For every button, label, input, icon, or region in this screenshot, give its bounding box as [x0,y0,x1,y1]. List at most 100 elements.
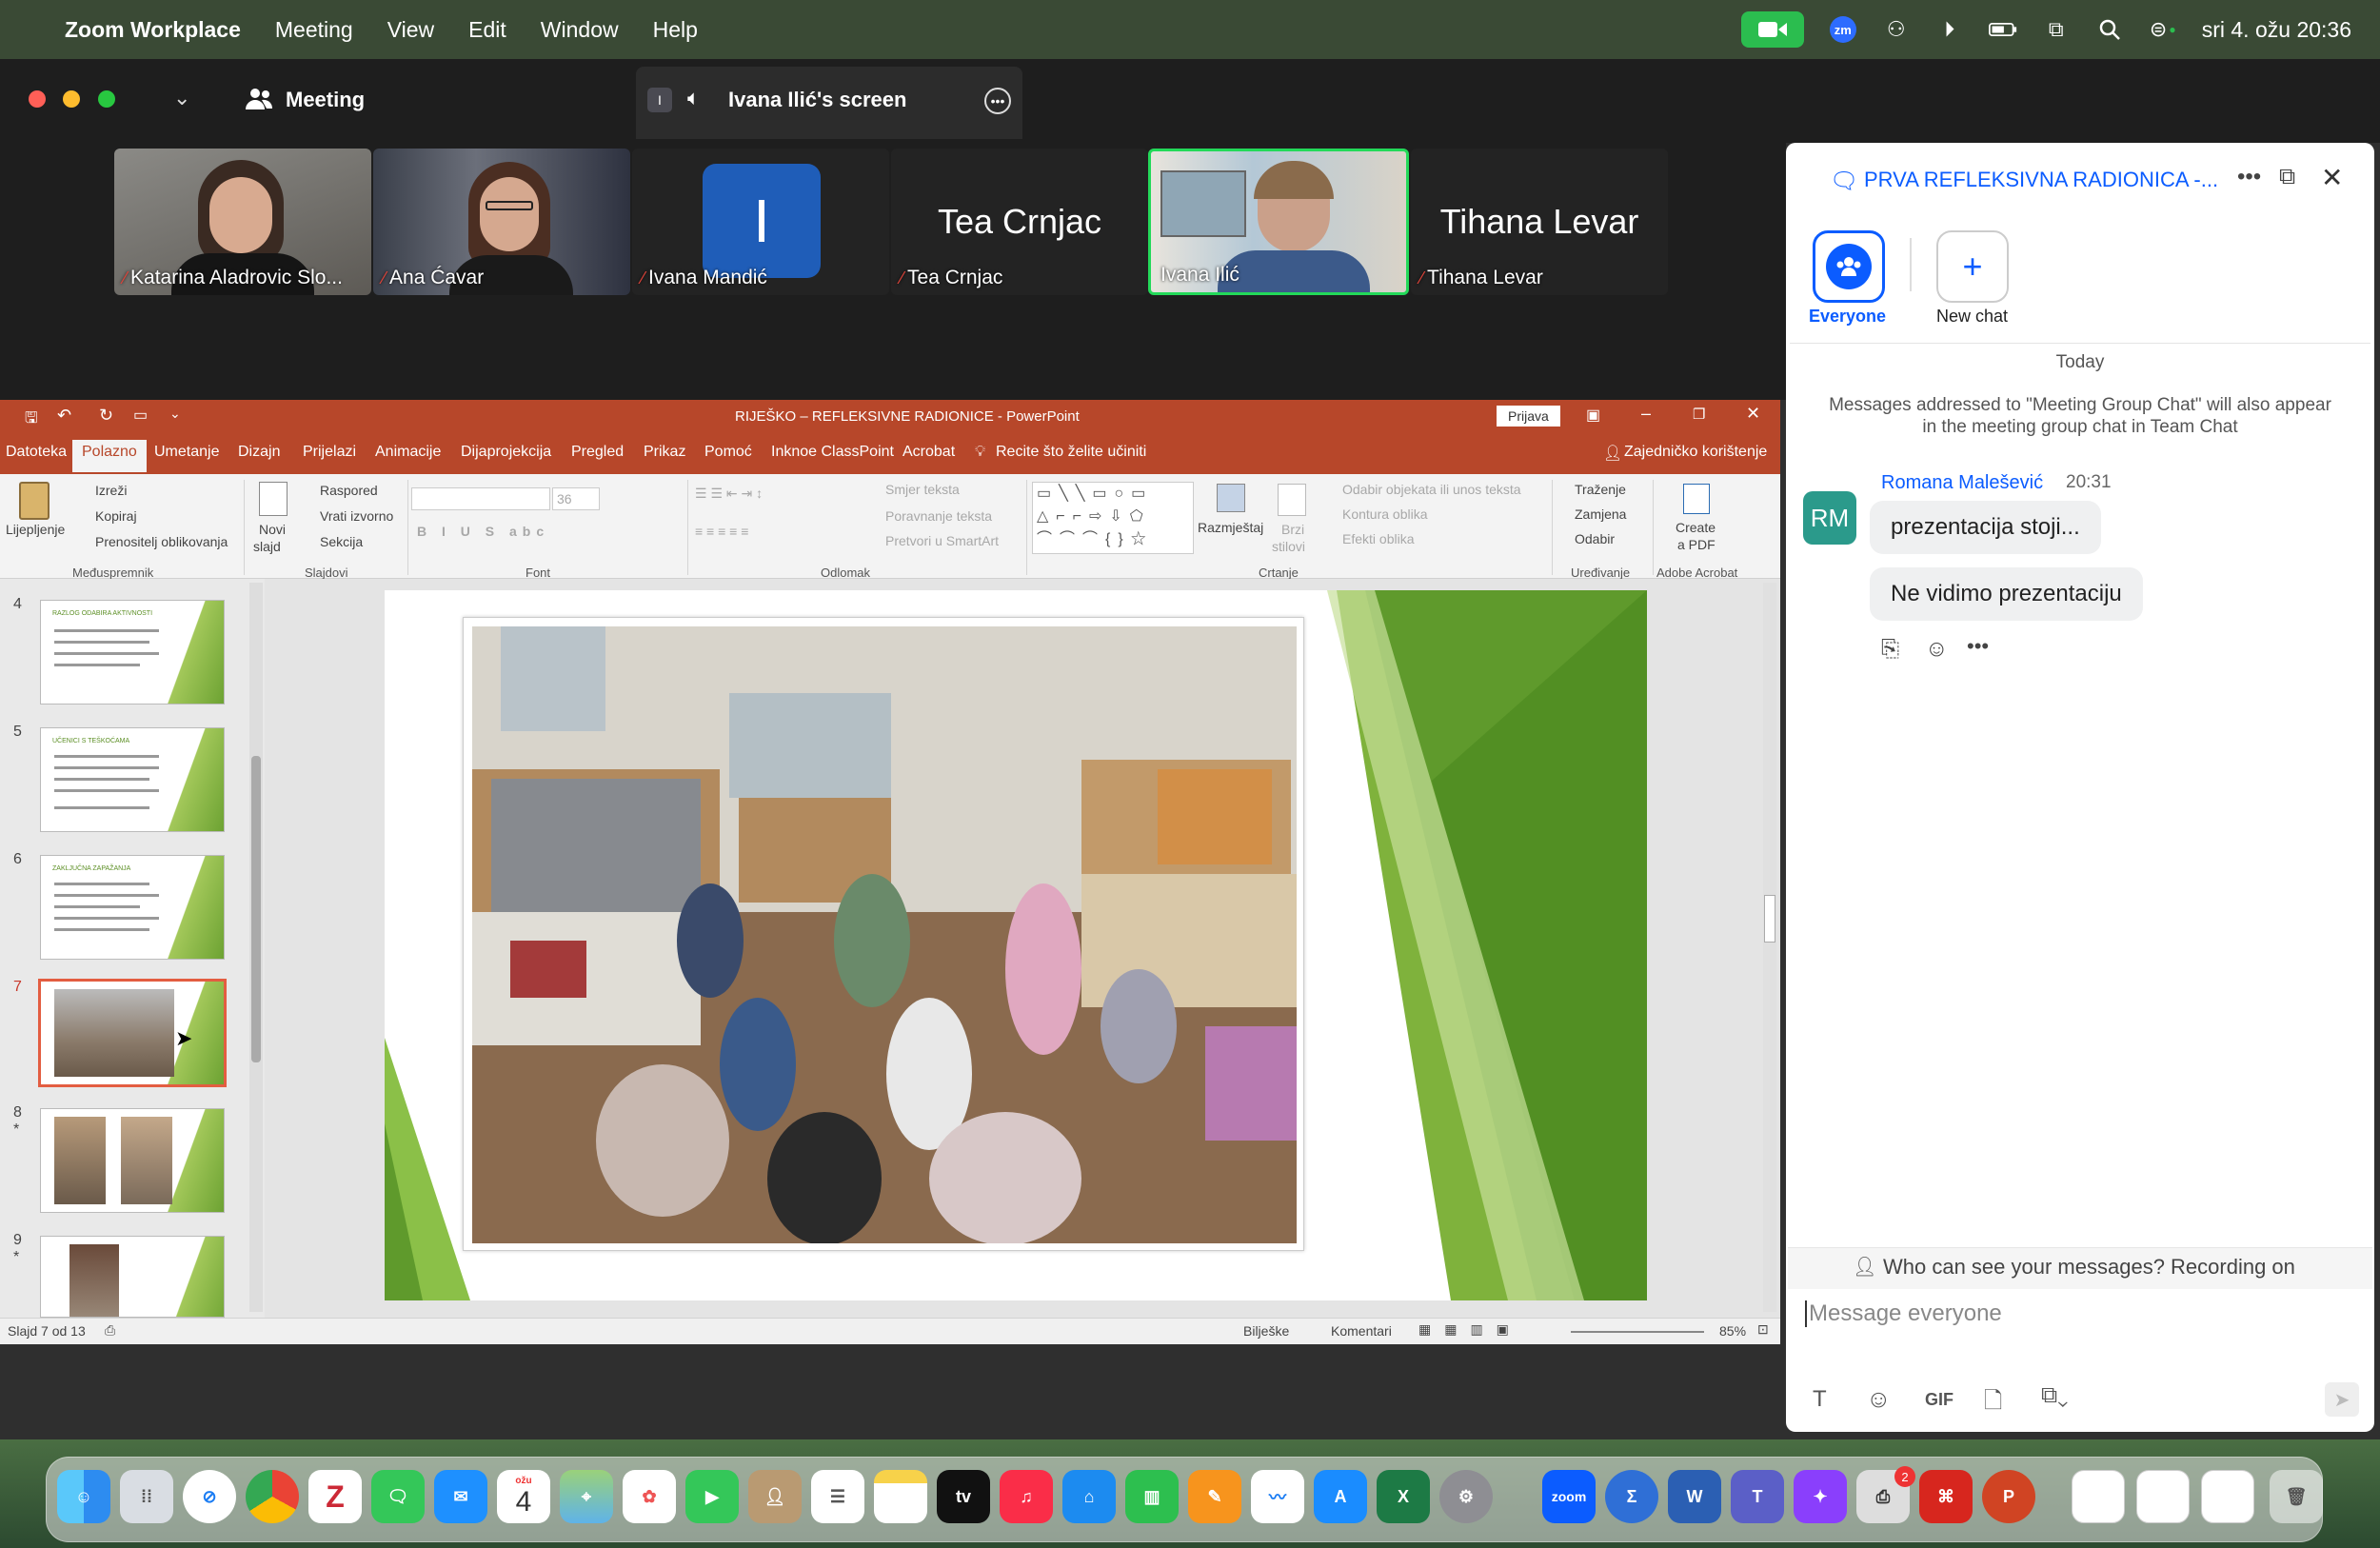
sigma-icon[interactable]: Σ [1605,1470,1658,1523]
shape-outline-button[interactable]: Kontura oblika [1342,506,1428,522]
format-painter-button[interactable]: Prenositelj oblikovanja [95,534,228,549]
smartart-button[interactable]: Pretvori u SmartArt [885,533,999,548]
new-chat-button[interactable]: + [1936,230,2009,303]
new-slide-label-2[interactable]: slajd [253,539,281,554]
shapes-gallery[interactable]: ▭╲╲▭○▭ △⌐⌐⇨⇩⬠ ⌒⌒⌒{}☆ [1032,482,1194,554]
ribbon-display-icon[interactable]: ▣ [1586,406,1600,425]
tab-classpoint[interactable]: Inknoe ClassPoint [771,444,894,461]
speaker-icon[interactable]: 🔈︎ [687,86,700,110]
quick-styles-label-1[interactable]: Brzi [1281,522,1304,537]
app-menu[interactable]: Zoom Workplace [65,17,241,43]
zoom-menubar-icon[interactable]: zm [1829,15,1857,44]
excel-icon[interactable]: X [1377,1470,1430,1523]
teams-dock-icon[interactable]: T [1731,1470,1784,1523]
close-chat-icon[interactable]: ✕ [2321,162,2343,193]
chevron-down-icon[interactable]: ⌄ [173,86,190,110]
notes-button[interactable]: Bilješke [1243,1323,1289,1339]
shape-effects-button[interactable]: Efekti oblika [1342,531,1414,546]
message-input[interactable]: Message everyone [1809,1300,2370,1327]
chrome-icon[interactable] [246,1470,299,1523]
chat-title[interactable]: PRVA REFLEKSIVNA RADIONICA -... [1864,168,2218,192]
tab-pregled[interactable]: Pregled [571,444,624,461]
maximize-window-button[interactable] [98,90,115,108]
replace-button[interactable]: Zamjena [1575,506,1626,522]
tab-datoteka[interactable]: Datoteka [6,444,67,461]
menu-meeting[interactable]: Meeting [275,17,353,43]
ppt-minimize-button[interactable]: – [1641,404,1651,424]
facetime-icon[interactable]: ▶ [685,1470,739,1523]
menu-help[interactable]: Help [653,17,698,43]
font-name-dropdown[interactable] [411,487,550,510]
chat-message[interactable]: prezentacija stoji... [1870,501,2101,554]
slide-thumbnail[interactable] [40,1108,225,1213]
music-icon[interactable]: ♫ [1000,1470,1053,1523]
slide-thumbnail[interactable]: RAZLOG ODABIRA AKTIVNOSTI [40,600,225,705]
save-icon[interactable]: 🖫︎ [25,407,38,433]
menu-window[interactable]: Window [541,17,619,43]
redo-icon[interactable]: ↻ [99,406,113,426]
pages-icon[interactable]: ✎ [1188,1470,1241,1523]
share-button[interactable]: Zajedničko korištenje [1624,444,1767,461]
tab-prikaz[interactable]: Prikaz [644,444,685,461]
comments-button[interactable]: Komentari [1331,1323,1392,1339]
font-size-dropdown[interactable]: 36 [552,487,600,510]
zotero-icon[interactable]: Z [308,1470,362,1523]
finder-icon[interactable]: ☺ [57,1470,110,1523]
recent-document-icon[interactable] [2201,1470,2254,1523]
acrobat-icon[interactable]: ⌘ [1919,1470,1973,1523]
gif-button[interactable]: GIF [1925,1390,1954,1410]
maps-icon[interactable]: ⌖ [560,1470,613,1523]
menubar-clock[interactable]: sri 4. ožu 20:36 [2202,17,2351,43]
find-button[interactable]: Traženje [1575,482,1626,497]
align-icons[interactable]: ≡ ≡ ≡ ≡ ≡ [695,524,748,539]
slide-scroll-thumb[interactable] [1764,895,1775,943]
slide-scrollbar[interactable] [1763,583,1776,1312]
copy-button[interactable]: Kopiraj [95,508,137,524]
mail-icon[interactable]: ✉︎ [434,1470,487,1523]
pop-out-icon[interactable]: ⧉ [2279,164,2295,190]
tab-dijaprojekcija[interactable]: Dijaprojekcija [461,444,551,461]
battery-icon[interactable] [1988,15,2017,44]
cut-button[interactable]: Izreži [95,483,127,498]
copilot-icon[interactable]: ✦ [1794,1470,1847,1523]
tab-polazno[interactable]: Polazno [72,440,147,472]
slide-thumbnail[interactable]: UČENICI S TEŠKOĆAMA [40,727,225,832]
ppt-restore-button[interactable]: ❐ [1693,406,1705,423]
launchpad-icon[interactable]: ⁞⁞ [120,1470,173,1523]
contacts-icon[interactable]: 👤︎ [748,1470,802,1523]
arrange-button[interactable]: Razmještaj [1198,520,1263,535]
reply-icon[interactable]: ⎘ [1881,636,1899,663]
word-icon[interactable]: W [1668,1470,1721,1523]
bullets-icon[interactable]: ☰ ☰ ⇤ ⇥ ↕ [695,486,763,502]
fit-slide-icon[interactable]: ⊡ [1757,1321,1769,1338]
font-format-buttons[interactable]: B I U S abc [417,524,549,539]
present-icon[interactable]: ▭ [133,406,148,425]
quick-styles-label-2[interactable]: stilovi [1272,539,1305,554]
zoom-percent[interactable]: 85% [1719,1323,1746,1339]
app-store-icon[interactable]: A [1314,1470,1367,1523]
chat-more-icon[interactable]: ••• [2237,164,2261,190]
arrange-icon[interactable] [1217,484,1245,512]
participant-tile[interactable]: ⁄ Ana Ćavar [373,149,630,295]
reminders-icon[interactable]: ☰ [811,1470,864,1523]
slide-thumbnail[interactable]: ZAKLJUČNA ZAPAŽANJA [40,855,225,960]
tab-acrobat[interactable]: Acrobat [902,444,955,461]
participant-tile[interactable]: Tea Crnjac ⁄ Tea Crnjac [891,149,1148,295]
spotlight-search-icon[interactable] [2095,15,2124,44]
minimize-window-button[interactable] [63,90,80,108]
layout-button[interactable]: Raspored [320,483,378,498]
notes-icon[interactable] [874,1470,927,1523]
section-button[interactable]: Sekcija [320,534,363,549]
close-window-button[interactable] [29,90,46,108]
participant-tile[interactable]: ⁄ Katarina Aladrovic Slo... [114,149,371,295]
screenshot-icon[interactable]: ⧉⌄ [2041,1382,2068,1409]
freeform-icon[interactable]: 〰 [1251,1470,1304,1523]
more-options-icon[interactable]: ••• [984,88,1011,114]
send-icon[interactable]: ➤ [2325,1382,2359,1417]
file-icon[interactable]: 🗋︎ [1984,1384,2002,1423]
tab-animacije[interactable]: Animacije [375,444,441,461]
new-slide-icon[interactable] [259,482,288,516]
recent-document-icon[interactable] [2136,1470,2190,1523]
add-reaction-icon[interactable]: ☺ [1925,636,1949,663]
zoom-dock-icon[interactable]: zoom [1542,1470,1596,1523]
